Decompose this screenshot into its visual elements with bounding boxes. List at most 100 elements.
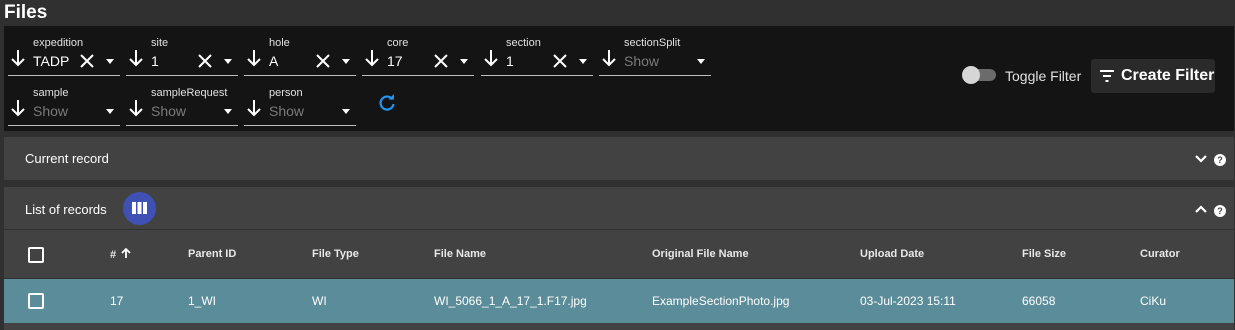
chevron-down-icon[interactable] bbox=[106, 59, 114, 64]
cell-upload-date: 03-Jul-2023 15:11 bbox=[860, 294, 956, 308]
clear-icon[interactable] bbox=[551, 52, 569, 70]
chevron-down-icon[interactable] bbox=[460, 59, 468, 64]
filter-placeholder[interactable]: Show bbox=[624, 53, 659, 69]
sort-arrow-down-icon[interactable] bbox=[128, 48, 144, 68]
sort-arrow-down-icon[interactable] bbox=[483, 48, 499, 68]
field-underline bbox=[8, 75, 120, 76]
page-title: Files bbox=[4, 2, 48, 23]
column-header-parent-id[interactable]: Parent ID bbox=[188, 248, 236, 260]
clear-icon[interactable] bbox=[78, 52, 96, 70]
column-header-original-file-name[interactable]: Original File Name bbox=[652, 248, 749, 260]
current-record-panel[interactable]: Current record ? bbox=[4, 137, 1234, 180]
sort-arrow-down-icon[interactable] bbox=[246, 48, 262, 68]
filter-value[interactable]: A bbox=[269, 53, 278, 69]
filter-hole[interactable]: hole A bbox=[244, 28, 356, 78]
filter-label: sectionSplit bbox=[624, 37, 681, 49]
list-of-records-panel[interactable]: List of records ? bbox=[4, 187, 1234, 229]
chevron-down-icon[interactable] bbox=[342, 59, 350, 64]
cell-file-size: 66058 bbox=[1022, 294, 1056, 308]
field-underline bbox=[599, 75, 711, 76]
panel-title: Current record bbox=[25, 151, 109, 166]
field-underline bbox=[362, 75, 474, 76]
table-footer-strip bbox=[4, 323, 1234, 330]
chevron-down-icon[interactable] bbox=[579, 59, 587, 64]
column-header-curator[interactable]: Curator bbox=[1140, 248, 1180, 260]
filter-value[interactable]: TADP bbox=[33, 53, 69, 69]
columns-button[interactable] bbox=[123, 192, 156, 225]
clear-icon[interactable] bbox=[196, 52, 214, 70]
filter-samplerequest[interactable]: sampleRequest Show bbox=[126, 78, 238, 128]
filter-site[interactable]: site 1 bbox=[126, 28, 238, 78]
toggle-filter-label: Toggle Filter bbox=[1005, 68, 1082, 84]
clear-icon[interactable] bbox=[314, 52, 332, 70]
help-icon[interactable]: ? bbox=[1214, 205, 1226, 217]
chevron-down-icon[interactable] bbox=[224, 59, 232, 64]
chevron-down-icon[interactable] bbox=[342, 109, 350, 114]
chevron-up-icon[interactable] bbox=[1194, 204, 1208, 214]
create-filter-label: Create Filter bbox=[1121, 67, 1215, 84]
view-column-icon bbox=[132, 202, 147, 214]
table-row[interactable]: 17 1_WI WI WI_5066_1_A_17_1.F17.jpg Exam… bbox=[4, 279, 1234, 323]
arrow-up-icon[interactable] bbox=[121, 247, 131, 259]
filter-core[interactable]: core 17 bbox=[362, 28, 474, 78]
create-filter-button[interactable]: Create Filter bbox=[1091, 59, 1215, 93]
filter-person[interactable]: person Show bbox=[244, 78, 356, 128]
column-header-file-size[interactable]: File Size bbox=[1022, 248, 1066, 260]
field-underline bbox=[8, 125, 120, 126]
table-header: # Parent ID File Type File Name Original… bbox=[4, 230, 1234, 278]
chevron-down-icon[interactable] bbox=[106, 109, 114, 114]
sort-arrow-down-icon[interactable] bbox=[246, 98, 262, 118]
field-underline bbox=[244, 125, 356, 126]
cell-file-type: WI bbox=[312, 294, 327, 308]
chevron-down-icon[interactable] bbox=[697, 59, 705, 64]
sort-arrow-down-icon[interactable] bbox=[128, 98, 144, 118]
filter-label: expedition bbox=[33, 37, 84, 49]
filter-label: section bbox=[506, 37, 541, 49]
sort-arrow-down-icon[interactable] bbox=[601, 48, 617, 68]
row-checkbox[interactable] bbox=[28, 293, 44, 309]
filter-value[interactable]: 1 bbox=[151, 53, 159, 69]
column-header-file-type[interactable]: File Type bbox=[312, 248, 359, 260]
cell-file-name: WI_5066_1_A_17_1.F17.jpg bbox=[434, 294, 587, 308]
filter-sample[interactable]: sample Show bbox=[8, 78, 120, 128]
cell-original-file-name: ExampleSectionPhoto.jpg bbox=[652, 294, 790, 308]
filter-label: sample bbox=[33, 87, 69, 99]
filter-value[interactable]: 17 bbox=[387, 53, 403, 69]
filter-placeholder[interactable]: Show bbox=[151, 103, 186, 119]
field-underline bbox=[244, 75, 356, 76]
filter-value[interactable]: 1 bbox=[506, 53, 514, 69]
select-all-checkbox[interactable] bbox=[28, 247, 44, 263]
toggle-filter-switch[interactable] bbox=[962, 66, 998, 84]
cell-parent-id: 1_WI bbox=[188, 294, 217, 308]
filter-panel: expedition TADP site 1 hole A core 17 se… bbox=[4, 26, 1234, 131]
filter-label: person bbox=[269, 87, 303, 99]
filter-placeholder[interactable]: Show bbox=[269, 103, 304, 119]
sort-arrow-down-icon[interactable] bbox=[10, 48, 26, 68]
panel-title: List of records bbox=[25, 202, 107, 217]
chevron-down-icon[interactable] bbox=[224, 109, 232, 114]
sort-arrow-down-icon[interactable] bbox=[364, 48, 380, 68]
clear-icon[interactable] bbox=[432, 52, 450, 70]
field-underline bbox=[481, 75, 593, 76]
field-underline bbox=[126, 125, 238, 126]
sort-arrow-down-icon[interactable] bbox=[10, 98, 26, 118]
filter-label: sampleRequest bbox=[151, 87, 228, 99]
cell-number: 17 bbox=[110, 294, 124, 308]
filter-placeholder[interactable]: Show bbox=[33, 103, 68, 119]
column-header-file-name[interactable]: File Name bbox=[434, 248, 486, 260]
filter-list-icon bbox=[1100, 70, 1114, 82]
filter-expedition[interactable]: expedition TADP bbox=[8, 28, 120, 78]
filter-label: site bbox=[151, 37, 169, 49]
filter-section[interactable]: section 1 bbox=[481, 28, 593, 78]
filter-sectionsplit[interactable]: sectionSplit Show bbox=[599, 28, 711, 78]
filter-label: core bbox=[387, 37, 409, 49]
cell-curator: CiKu bbox=[1140, 294, 1167, 308]
column-header-number[interactable]: # bbox=[110, 247, 131, 261]
field-underline bbox=[126, 75, 238, 76]
filter-label: hole bbox=[269, 37, 290, 49]
chevron-down-icon[interactable] bbox=[1194, 154, 1208, 164]
refresh-icon[interactable] bbox=[378, 94, 396, 112]
switch-knob[interactable] bbox=[962, 66, 980, 84]
help-icon[interactable]: ? bbox=[1214, 154, 1226, 166]
column-header-upload-date[interactable]: Upload Date bbox=[860, 248, 924, 260]
